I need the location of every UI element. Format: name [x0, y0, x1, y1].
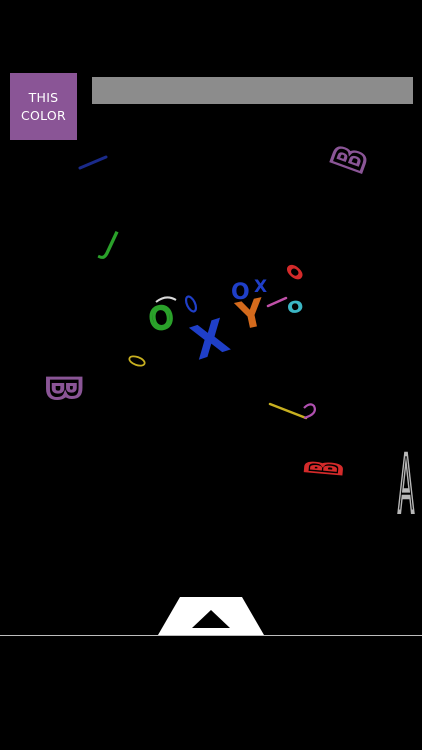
- playfield: B J O X O X Y O O B B A: [35, 138, 415, 533]
- falling-letter-x-blue[interactable]: X: [185, 308, 235, 370]
- falling-letter-y-orange[interactable]: Y: [232, 290, 270, 339]
- launcher-button[interactable]: [158, 597, 264, 635]
- falling-letter-b-purple-left[interactable]: B: [35, 373, 90, 402]
- falling-streak-blue: [78, 155, 108, 170]
- falling-letter-o-red[interactable]: O: [282, 260, 307, 285]
- falling-letter-o-cyan[interactable]: O: [286, 297, 305, 317]
- falling-shape-pink-hook: [303, 403, 316, 420]
- falling-letter-o-yellow[interactable]: [128, 355, 146, 368]
- ground-line: [0, 635, 422, 636]
- falling-streak-yellow: [268, 402, 308, 420]
- falling-letter-o-green[interactable]: O: [146, 298, 177, 339]
- falling-letter-j-green[interactable]: J: [96, 223, 124, 264]
- falling-letter-b-purple[interactable]: B: [320, 138, 379, 180]
- falling-streak-pink: [266, 296, 288, 308]
- falling-letter-o-blue-small[interactable]: [184, 295, 198, 313]
- falling-letter-b-red[interactable]: B: [296, 458, 354, 478]
- falling-letter-a-grey[interactable]: A: [397, 438, 415, 533]
